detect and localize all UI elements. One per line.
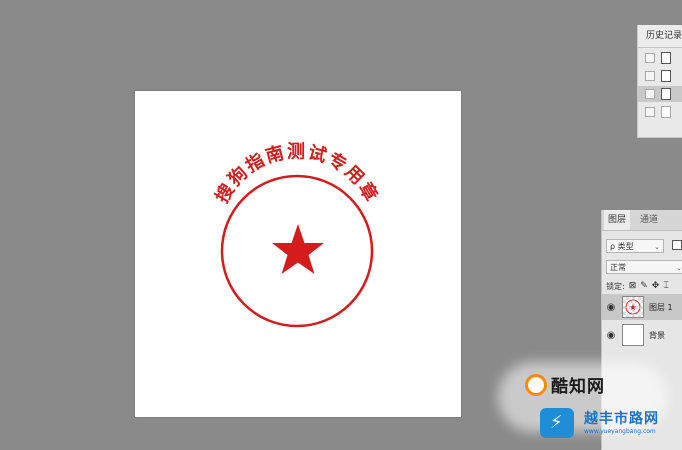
watermark-kuzhi: 酷知网	[525, 372, 605, 397]
history-step[interactable]	[638, 50, 682, 66]
layer-row[interactable]: ◉ 背景	[602, 322, 682, 348]
snapshot-checkbox[interactable]	[645, 53, 655, 63]
lock-brush-icon[interactable]: ✎	[640, 281, 648, 291]
layer-name: 背景	[649, 330, 665, 340]
document-icon	[661, 106, 671, 118]
watermark-text: 酷知网	[551, 377, 605, 397]
watermark-site-url: www.yueyangbang.com	[584, 428, 656, 435]
history-step-selected[interactable]	[638, 86, 682, 102]
layer-name: 图层 1	[649, 302, 673, 312]
snapshot-checkbox[interactable]	[645, 89, 655, 99]
blend-mode-label: 正常	[610, 263, 626, 272]
chevron-down-icon: ⌄	[654, 243, 660, 251]
document-icon	[661, 88, 671, 100]
lock-label: 锁定:	[606, 281, 625, 291]
layer-thumbnail	[622, 324, 644, 346]
chevron-down-icon: ⌄	[676, 264, 682, 272]
document-icon	[661, 52, 671, 64]
blend-mode-select[interactable]: 正常 ⌄	[606, 260, 682, 274]
layer-row-selected[interactable]: ◉ 图层 1	[602, 294, 682, 320]
tab-history[interactable]: 历史记录	[638, 25, 682, 47]
eye-icon[interactable]: ◉	[602, 302, 620, 313]
kuzhi-logo-icon	[525, 373, 547, 396]
document-canvas[interactable]: 搜狗指南测试专用章	[135, 91, 461, 417]
snapshot-checkbox[interactable]	[645, 71, 655, 81]
history-panel: 历史记录	[637, 25, 682, 138]
watermark-site-title: 越丰市路网	[584, 411, 659, 427]
layer-thumbnail	[622, 296, 644, 318]
tab-channels[interactable]: 通道	[636, 210, 662, 230]
eye-icon[interactable]: ◉	[602, 330, 620, 341]
filter-label: ρ 类型	[610, 242, 634, 251]
history-step[interactable]	[638, 68, 682, 84]
lock-transparent-icon[interactable]: ⊠	[629, 281, 637, 291]
lock-row: 锁定: ⊠ ✎ ✥ ⌶	[606, 279, 669, 293]
stamp-thumbnail-icon	[625, 299, 641, 315]
layer-filter-select[interactable]: ρ 类型 ⌄	[606, 239, 664, 253]
stamp-text: 搜狗指南测试专用章	[211, 141, 383, 207]
history-step-dim[interactable]	[638, 104, 682, 120]
watermark-site: ⚡ 越丰市路网 www.yueyangbang.com	[540, 402, 680, 442]
layers-tabbar: 图层 通道	[602, 210, 682, 231]
image-filter-icon[interactable]	[672, 240, 682, 250]
document-icon	[661, 70, 671, 82]
snapshot-checkbox[interactable]	[645, 107, 655, 117]
site-logo-icon: ⚡	[540, 408, 574, 438]
tab-layers[interactable]: 图层	[604, 210, 631, 230]
history-tabbar: 历史记录	[638, 25, 682, 48]
star-icon	[272, 224, 324, 274]
stamp-graphic: 搜狗指南测试专用章	[211, 141, 383, 328]
lock-artboard-icon[interactable]: ⌶	[663, 281, 668, 291]
lock-move-icon[interactable]: ✥	[652, 281, 660, 291]
